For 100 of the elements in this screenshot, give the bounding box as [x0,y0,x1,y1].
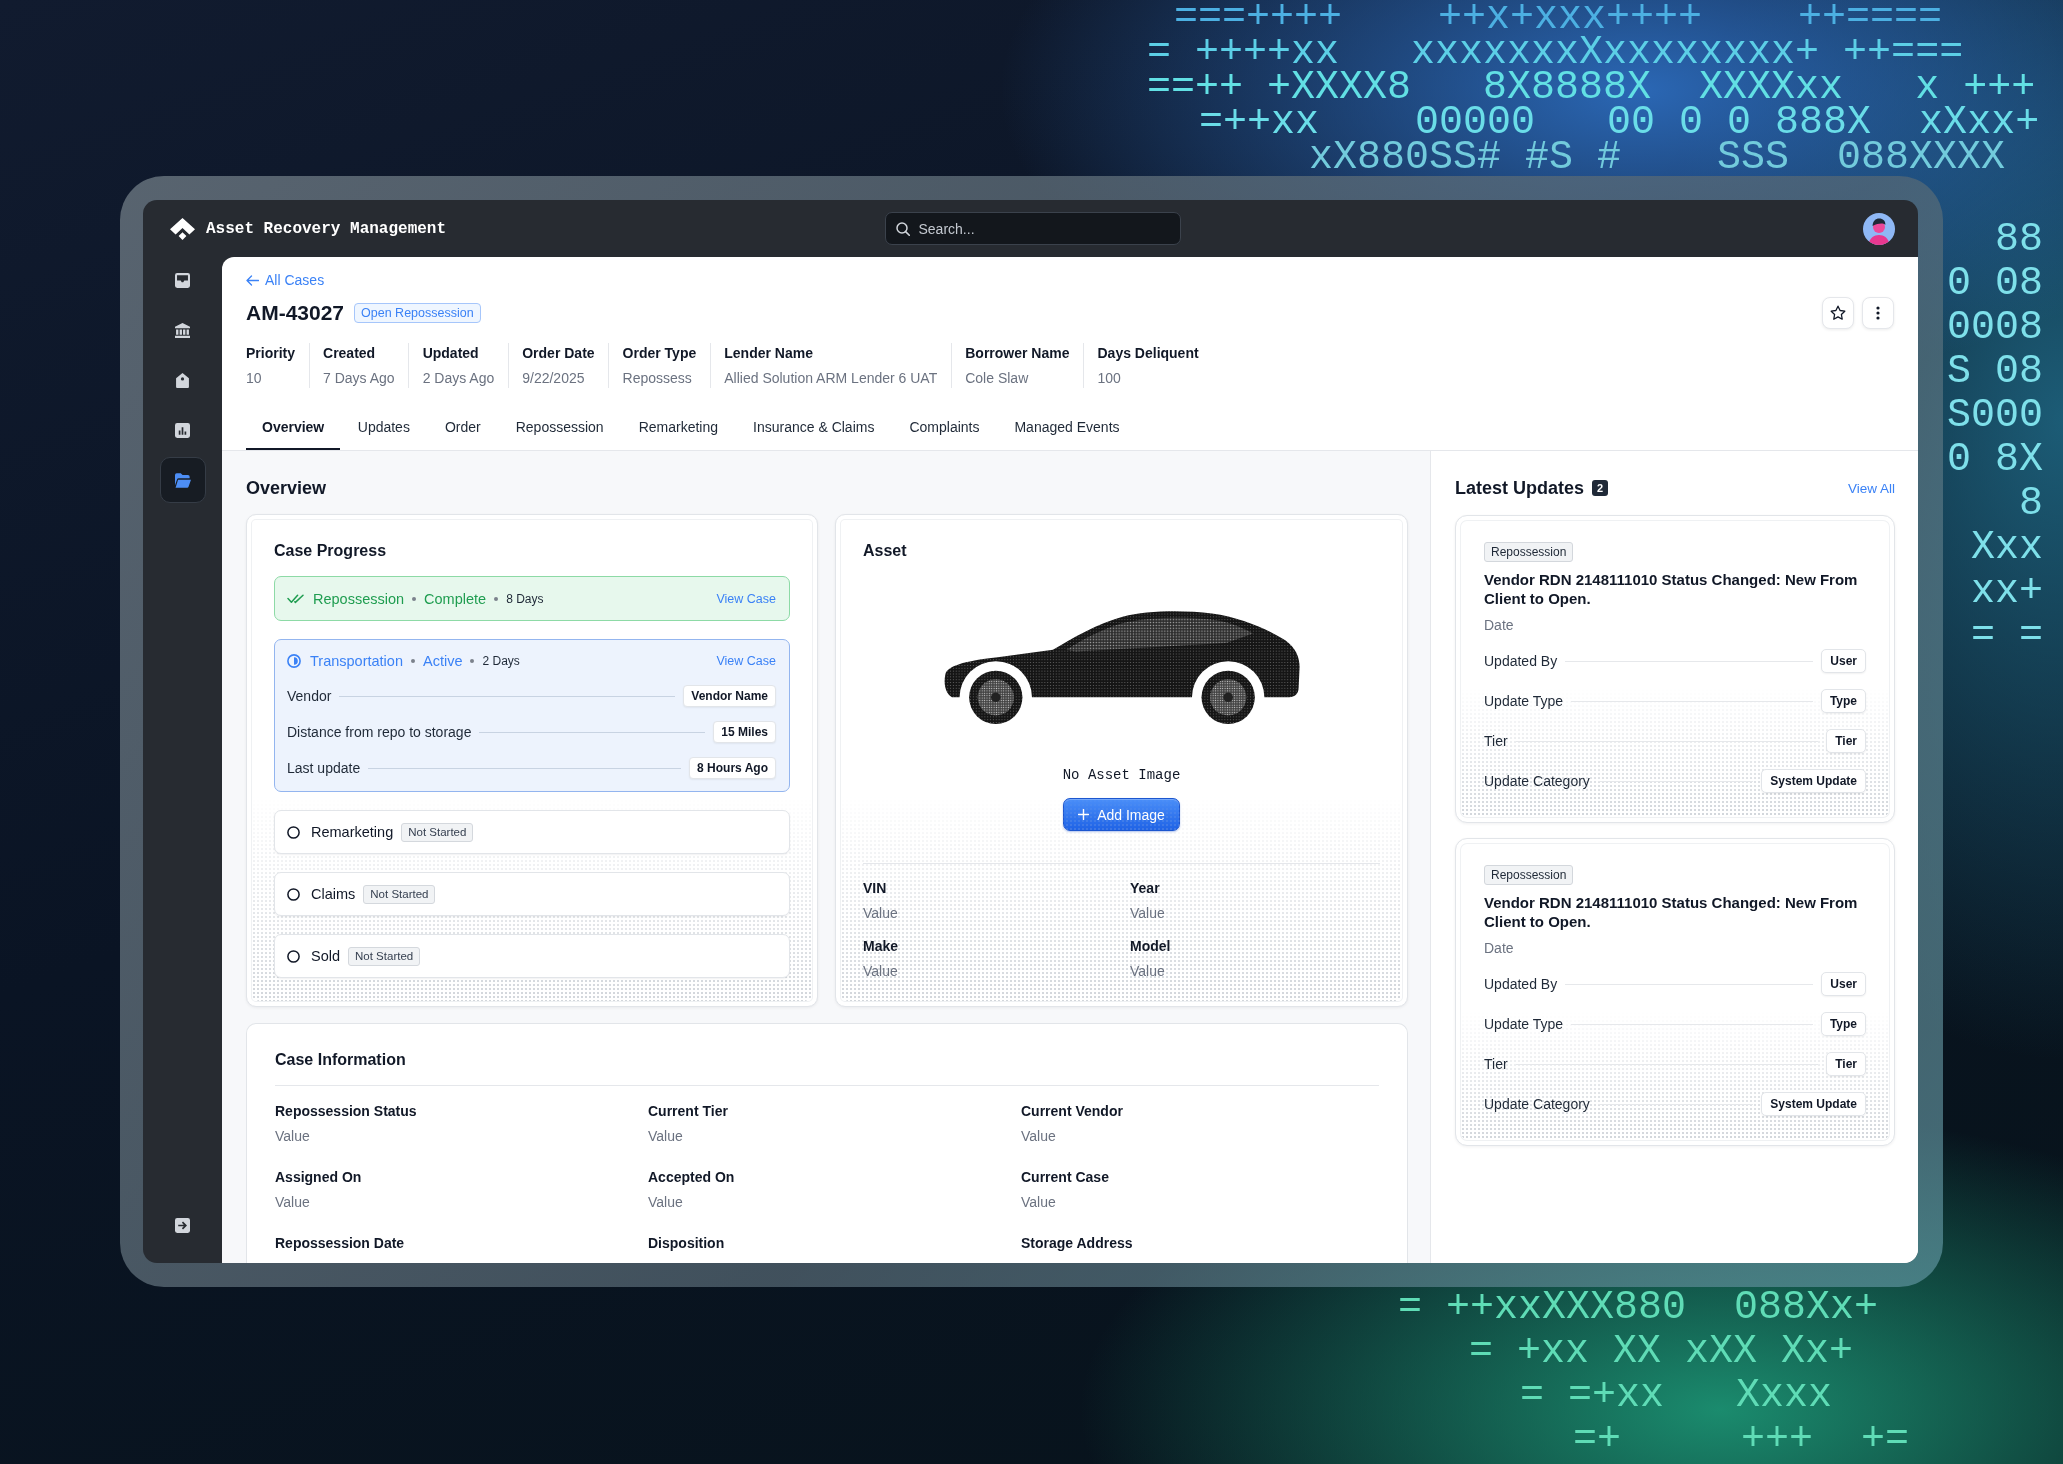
tab[interactable]: Updates [340,405,428,450]
ascii-art-text: 8 [2019,484,2043,524]
step-name: Sold [311,948,341,964]
arrow-left-icon [246,274,259,286]
update-title: Vendor RDN 2148111010 Status Changed: New From Client to Open. [1484,570,1859,608]
tab[interactable]: Remarketing [621,405,736,450]
logo-icon [170,217,195,240]
circle-icon [287,949,300,963]
meta-label: Created [323,344,377,363]
meta-value: Cole Slaw [965,369,1030,388]
field-label: Update Type [1484,693,1564,709]
meta-label: Order Date [522,344,595,363]
field-value: Value [1021,1193,1057,1212]
field-label: Tier [1484,1056,1508,1072]
update-title: Vendor RDN 2148111010 Status Changed: New From Client to Open. [1484,893,1859,931]
bar-chart-icon [175,422,190,438]
section-title: Latest Updates [1455,477,1585,500]
field-value: System Update [1761,769,1866,793]
detail-value: 8 Hours Ago [689,757,776,779]
card-title: Asset [863,541,908,561]
meta-label: Updated [422,344,480,363]
step-status: Complete [424,590,487,607]
app-title: Asset Recovery Management [206,219,447,238]
field-label: Repossession Date [275,1234,406,1253]
tab[interactable]: Complaints [891,405,997,450]
meta-value: 100 [1097,369,1122,388]
separator-dot-icon [412,596,417,601]
exit-icon [175,1217,190,1233]
meta-value: 10 [246,369,263,388]
separator-dot-icon [410,659,415,663]
step-name: Remarketing [311,824,394,840]
ascii-art-text: Xxx [1971,528,2043,568]
ascii-art-text: =+ +++ += [1573,1420,1910,1460]
field-label: Year [1130,879,1161,898]
detail-value: 15 Miles [713,721,776,743]
ascii-art-text: 0008 [1947,308,2043,348]
field-value: Value [648,1127,684,1146]
card-title: Case Progress [274,541,388,561]
field-value: Value [1130,962,1166,981]
ascii-art-text: ===++++ ++x+xxx++++ ++==== [1174,0,1943,35]
detail-label: Vendor [287,688,332,704]
status-badge: Not Started [401,822,474,842]
step-name: Claims [311,886,356,902]
plus-icon [1078,809,1090,820]
section-title: Overview [246,477,328,500]
field-value: Value [275,1193,311,1212]
field-value: Value [1021,1127,1057,1146]
meta-value: Repossess [622,369,693,388]
meta-label: Days Deliquent [1097,344,1199,363]
field-value: Value [863,904,899,923]
field-label: VIN [863,879,888,898]
tab[interactable]: Order [427,405,499,450]
field-label: Disposition [648,1234,726,1253]
meta-value: 2 Days Ago [422,369,495,388]
field-label: Updated By [1484,653,1558,669]
ascii-art-text: xx+ [1971,572,2043,612]
step-name: Transportation [310,653,403,669]
more-icon [1876,306,1880,320]
bank-icon [175,322,190,338]
search-field[interactable]: Search... [884,212,1181,245]
field-label: Make [863,937,900,956]
field-label: Assigned On [275,1168,363,1187]
field-label: Update Category [1484,1096,1590,1112]
step-duration: 2 Days [482,654,520,668]
user-avatar[interactable] [1863,212,1895,245]
separator-dot-icon [494,596,499,601]
back-link[interactable]: All Cases [246,270,325,290]
field-label: Storage Address [1021,1234,1134,1253]
ascii-art-text: = ++xxXXX880 088Xx+ [1398,1288,1879,1328]
field-value: User [1821,649,1866,673]
ascii-art-text: 0 8X [1947,440,2043,480]
half-filled-circle-icon [287,654,301,668]
ascii-art-text: 0 08 [1947,264,2043,304]
meta-label: Order Type [622,344,697,363]
field-label: Tier [1484,733,1508,749]
tab[interactable]: Insurance & Claims [735,405,892,450]
field-value: Type [1820,1012,1866,1036]
add-image-button[interactable]: Add Image [1063,798,1180,831]
view-all-link[interactable]: View All [1847,480,1895,496]
step-duration: 8 Days [506,591,544,606]
more-button[interactable] [1862,297,1894,329]
tab[interactable]: Managed Events [996,405,1138,450]
ascii-art-text: = =+xx Xxxx [1520,1376,1833,1416]
field-label: Accepted On [648,1168,736,1187]
search-icon [895,221,910,236]
detail-value: Vendor Name [683,685,776,707]
ascii-art-text: = +xx XX xXX Xx+ [1469,1332,1854,1372]
category-badge: Repossession [1484,865,1574,885]
ascii-art-text: 88 [1995,220,2043,260]
ascii-art-text: =++xx 00000 00 0 0 888X xXxx+ [1199,105,2040,140]
meta-label: Lender Name [724,344,814,363]
field-label: Current Vendor [1021,1102,1124,1121]
inbox-icon [175,272,190,288]
case-id: AM-43027 [246,300,345,326]
tab[interactable]: Repossession [498,405,622,450]
step-name: Repossession [313,590,405,607]
separator-dot-icon [470,659,475,663]
nav-button[interactable] [159,457,206,503]
star-button[interactable] [1822,297,1854,329]
tag-icon [175,372,190,388]
